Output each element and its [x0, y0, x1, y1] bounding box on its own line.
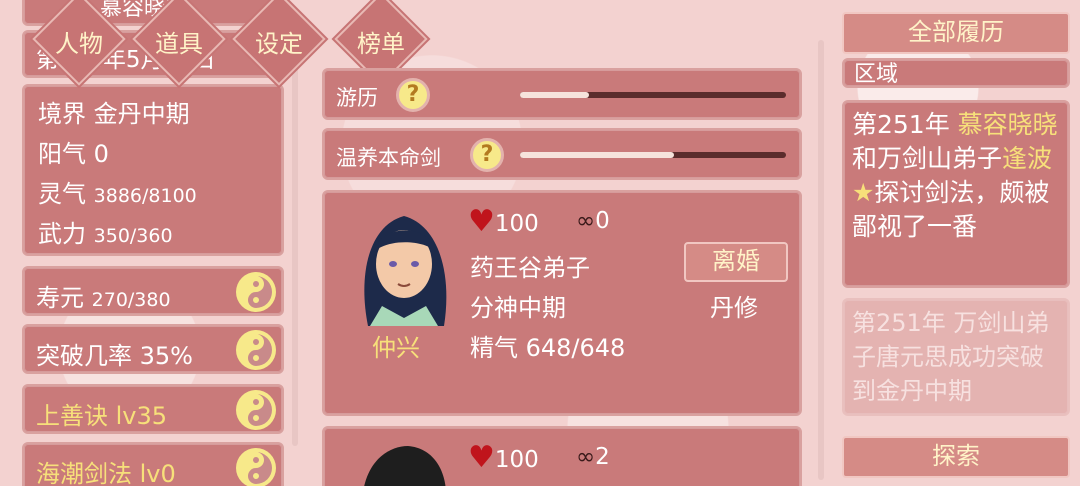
side-row-breakthrough[interactable]: 突破几率 35%: [22, 324, 284, 374]
side-row-label: 寿元 270/380: [36, 284, 171, 312]
heart-stat: ♥100: [468, 440, 539, 475]
log-entry: 第251年 慕容晓晓和万剑山弟子逢波★探讨剑法，颇被鄙视了一番: [842, 100, 1070, 288]
stats-panel: 境界 金丹中期 阳气 0 灵气 3886/8100 武力 350/360: [22, 84, 284, 256]
heart-icon: ♥: [468, 204, 495, 239]
menu-item-settings[interactable]: 设定: [231, 24, 327, 59]
companion-portrait: [348, 442, 460, 486]
menu-item-character[interactable]: 人物: [31, 24, 127, 59]
activity-label: 游历: [336, 86, 378, 110]
log-text: 和万剑山弟子: [852, 144, 1003, 173]
yin-yang-icon[interactable]: [236, 448, 276, 486]
spirit-row: 灵气 3886/8100: [38, 174, 197, 209]
side-row-label: 海潮剑法 lv0: [36, 460, 176, 486]
companion-portrait: [348, 206, 460, 326]
divorce-button[interactable]: 离婚: [684, 242, 788, 282]
log-fragment: 区域: [854, 62, 899, 87]
yin-yang-icon[interactable]: [236, 390, 276, 430]
companion-sect: 药王谷弟子: [470, 254, 590, 282]
log-entry-top: 区域: [842, 58, 1070, 88]
activity-progress-bar: [520, 92, 786, 98]
companion-name: 仲兴: [372, 334, 420, 362]
side-row-label: 上善诀 lv35: [36, 402, 168, 430]
yang-row: 阳气 0: [38, 134, 109, 169]
side-row-lifespan[interactable]: 寿元 270/380: [22, 266, 284, 316]
all-history-button[interactable]: 全部履历: [842, 12, 1070, 54]
activity-sword[interactable]: 温养本命剑 ?: [322, 128, 802, 180]
companion-card[interactable]: ♥100 ∞2: [322, 426, 802, 486]
activity-progress-fill: [520, 152, 675, 158]
explore-button[interactable]: 探索: [842, 436, 1070, 478]
companion-card[interactable]: 仲兴 ♥100 ∞0 药王谷弟子 分神中期 精气 648/648 离婚 丹修: [322, 190, 802, 416]
yang-label: 阳气: [38, 140, 86, 168]
bond-stat: ∞2: [576, 444, 610, 470]
side-row-skill-2[interactable]: 海潮剑法 lv0: [22, 442, 284, 486]
help-icon[interactable]: ?: [396, 78, 430, 112]
heart-icon: ♥: [468, 440, 495, 475]
activity-progress-fill: [520, 92, 590, 98]
log-text: 第251年 万剑山弟子唐元思成功突破到金丹中期: [852, 309, 1050, 405]
handcuff-icon: ∞: [576, 444, 596, 470]
menu-item-rankings[interactable]: 榜单: [333, 24, 429, 59]
side-row-skill-1[interactable]: 上善诀 lv35: [22, 384, 284, 434]
handcuff-icon: ∞: [576, 208, 596, 234]
yin-yang-icon[interactable]: [236, 330, 276, 370]
activity-progress-bar: [520, 152, 786, 158]
heart-stat: ♥100: [468, 204, 539, 239]
cultivation-path: 丹修: [710, 294, 758, 322]
companion-realm: 分神中期: [470, 294, 566, 322]
yang-value: 0: [93, 140, 109, 168]
center-scrollbar[interactable]: [818, 40, 824, 480]
spirit-value: 3886/8100: [93, 185, 197, 207]
spirit-label: 灵气: [38, 180, 86, 208]
realm-text: 境界 金丹中期: [38, 100, 190, 128]
force-value: 350/360: [93, 225, 173, 247]
left-scrollbar[interactable]: [292, 60, 298, 446]
log-name: 慕容晓晓: [957, 110, 1058, 139]
log-year: 第251年: [852, 110, 950, 139]
force-row: 武力 350/360: [38, 214, 173, 249]
bond-stat: ∞0: [576, 208, 610, 234]
yin-yang-icon[interactable]: [236, 272, 276, 312]
log-text: 探讨剑法，颇被鄙视了一番: [852, 178, 1050, 241]
help-icon[interactable]: ?: [470, 138, 504, 172]
side-row-label: 突破几率 35%: [36, 342, 193, 370]
force-label: 武力: [38, 220, 86, 248]
companion-essence: 精气 648/648: [470, 334, 626, 362]
activity-label: 温养本命剑: [336, 146, 441, 170]
log-entry-faded: 第251年 万剑山弟子唐元思成功突破到金丹中期: [842, 298, 1070, 416]
menu-item-items[interactable]: 道具: [131, 24, 227, 59]
activity-travel[interactable]: 游历 ?: [322, 68, 802, 120]
